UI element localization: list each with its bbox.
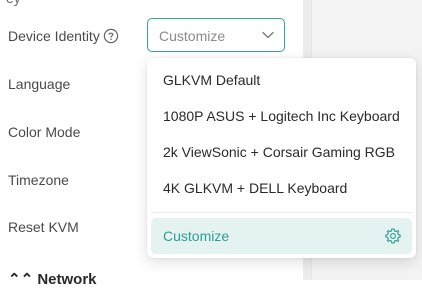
timezone-label: Timezone <box>8 172 69 188</box>
dropdown-option-glkvm-default[interactable]: GLKVM Default <box>163 72 260 88</box>
color-mode-label: Color Mode <box>8 124 81 140</box>
reset-kvm-label: Reset KVM <box>8 219 79 235</box>
dropdown-option-customize[interactable]: Customize <box>151 218 412 254</box>
device-identity-select[interactable]: Customize <box>147 18 285 52</box>
gear-icon[interactable] <box>384 227 402 245</box>
device-identity-dropdown: GLKVM Default 1080P ASUS + Logitech Inc … <box>147 58 416 258</box>
dropdown-option-1080p-asus[interactable]: 1080P ASUS + Logitech Inc Keyboard <box>163 108 400 124</box>
device-identity-label: Device Identity <box>8 28 100 44</box>
language-label: Language <box>8 76 71 92</box>
select-value: Customize <box>159 28 226 44</box>
dropdown-divider <box>151 212 412 213</box>
dropdown-option-customize-label: Customize <box>163 228 230 244</box>
network-section-heading[interactable]: ⌃⌃ Network <box>8 270 97 288</box>
chevron-down-icon <box>262 31 274 39</box>
dropdown-option-4k-glkvm[interactable]: 4K GLKVM + DELL Keyboard <box>163 180 347 196</box>
section-heading-partial: ey <box>6 0 36 6</box>
dropdown-option-2k-viewsonic[interactable]: 2k ViewSonic + Corsair Gaming RGB <box>163 144 395 160</box>
help-circle-icon[interactable] <box>103 28 119 44</box>
